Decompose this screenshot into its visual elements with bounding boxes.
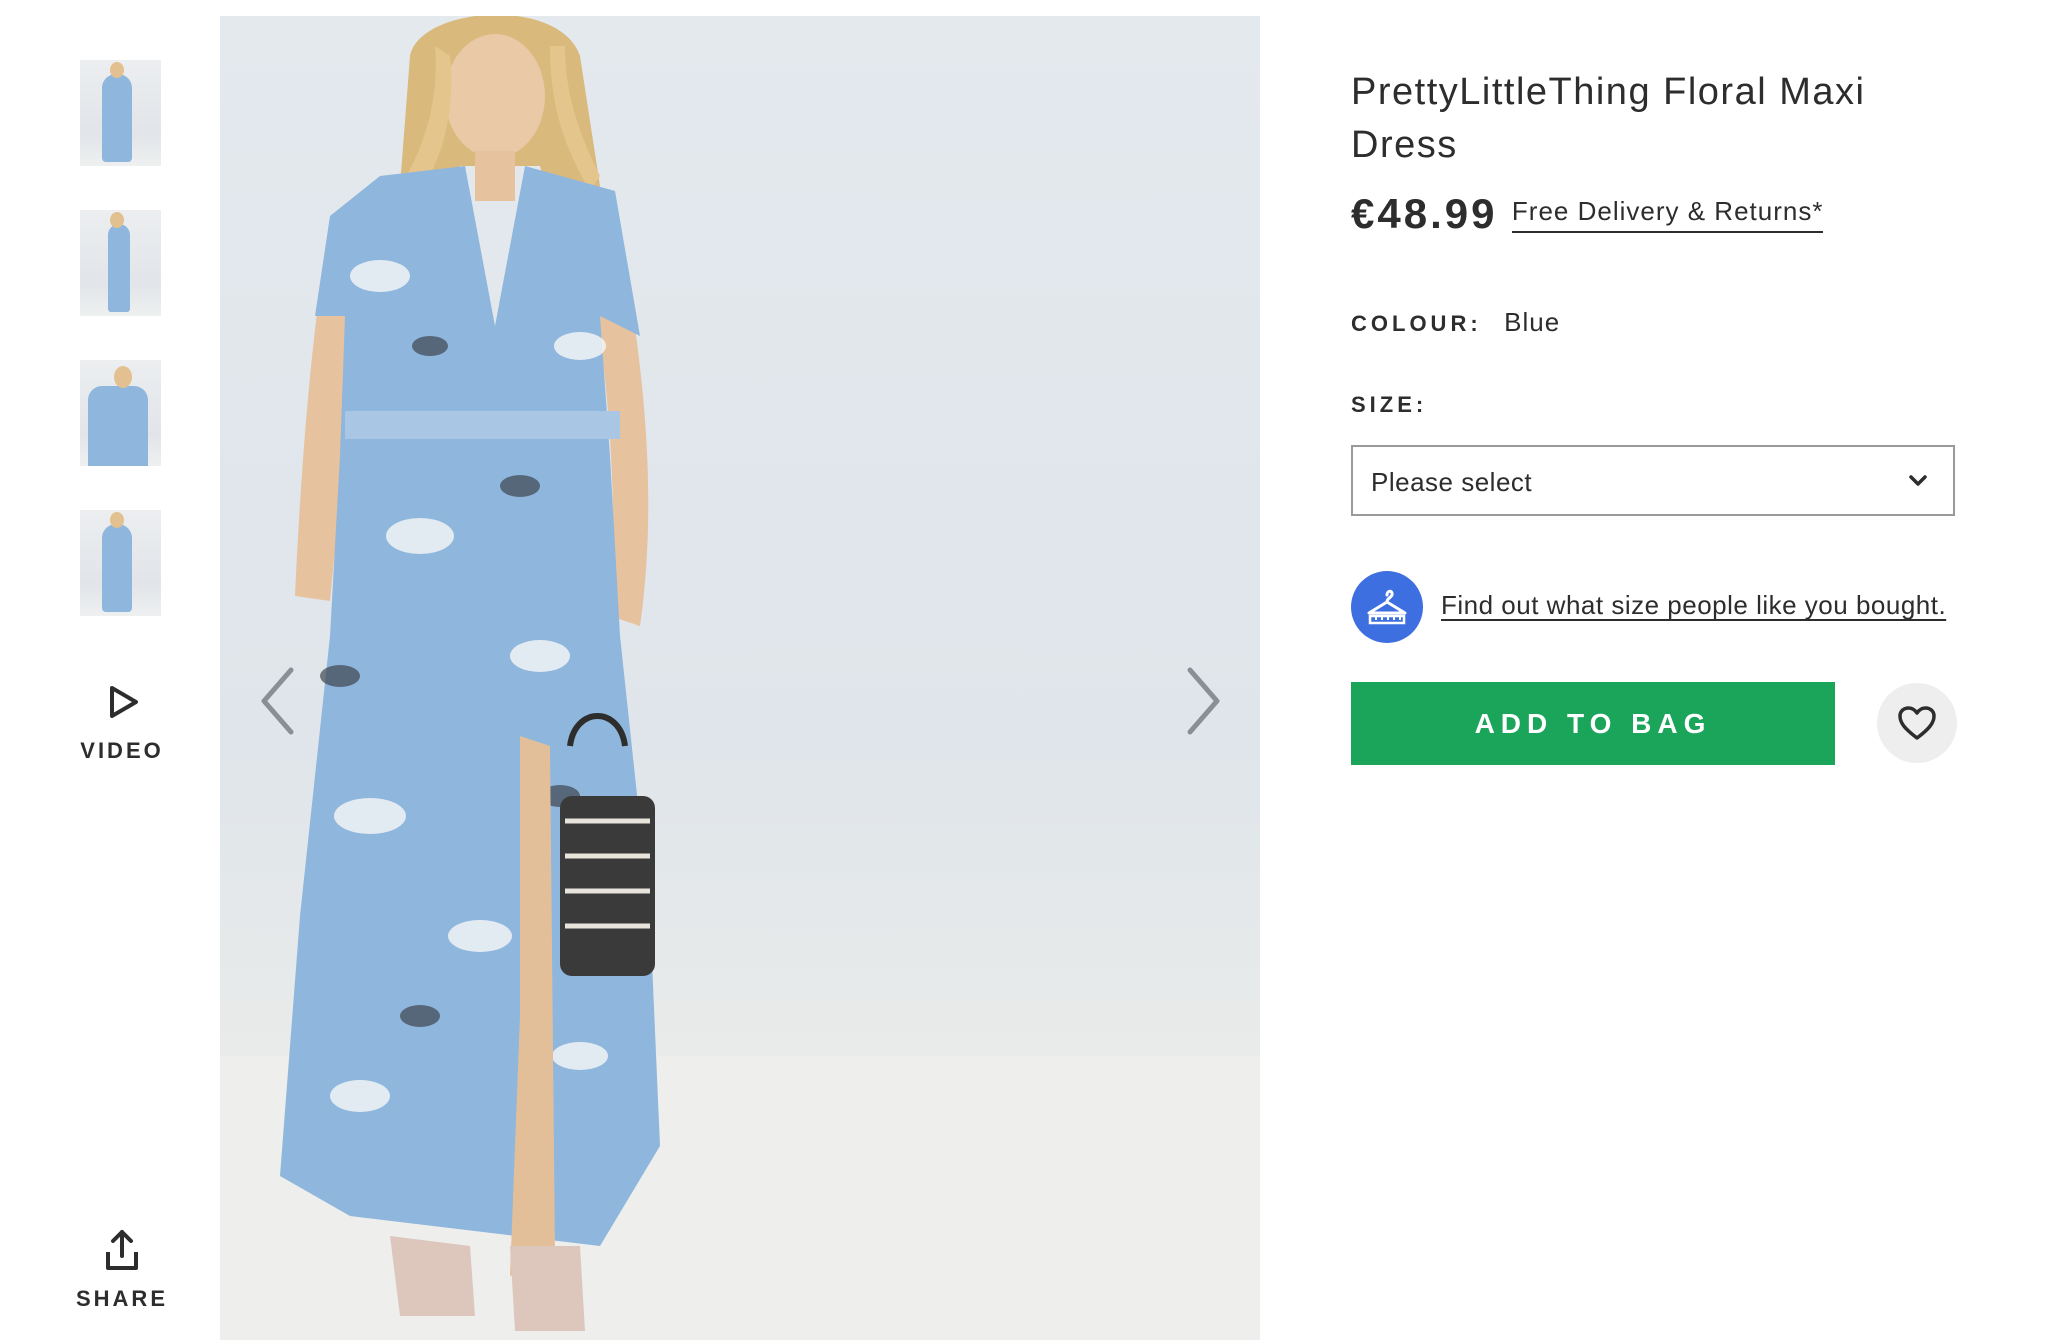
save-for-later-button[interactable] bbox=[1877, 683, 1957, 763]
thumbnail-dress-shape bbox=[108, 224, 130, 312]
product-title: PrettyLittleThing Floral Maxi Dress bbox=[1351, 71, 1866, 166]
gallery-rail: VIDEO SHARE bbox=[0, 0, 220, 1338]
share-icon bbox=[106, 1230, 138, 1270]
gallery-thumbnail[interactable] bbox=[80, 360, 161, 466]
video-button[interactable]: VIDEO bbox=[70, 672, 174, 782]
thumbnail-head-shape bbox=[110, 212, 124, 228]
add-to-bag-button[interactable]: ADD TO BAG bbox=[1351, 682, 1835, 765]
thumbnail-dress-shape bbox=[102, 74, 132, 162]
fit-assistant-row: Find out what size people like you bough… bbox=[1351, 571, 1971, 643]
gallery-thumbnail[interactable] bbox=[80, 60, 161, 166]
main-product-image bbox=[220, 16, 1260, 1340]
size-label: SIZE: bbox=[1351, 392, 1428, 417]
thumbnail-dress-shape bbox=[102, 524, 132, 612]
play-icon bbox=[110, 686, 138, 718]
fit-assistant-link[interactable]: Find out what size people like you bough… bbox=[1441, 590, 1946, 621]
share-label: SHARE bbox=[75, 1286, 168, 1311]
thumbnail-head-shape bbox=[110, 512, 124, 528]
colour-value: Blue bbox=[1504, 307, 1561, 337]
thumbnail-dress-shape bbox=[88, 386, 148, 466]
chevron-right-icon[interactable] bbox=[1175, 656, 1235, 746]
size-select[interactable]: Please select bbox=[1351, 445, 1955, 516]
colour-row: COLOUR: Blue bbox=[1351, 307, 1560, 338]
size-select-value: Please select bbox=[1371, 467, 1533, 497]
chevron-left-icon[interactable] bbox=[246, 656, 306, 746]
thumbnail-head-shape bbox=[110, 62, 124, 78]
free-delivery-link[interactable]: Free Delivery & Returns* bbox=[1511, 196, 1824, 233]
product-price: €48.99 bbox=[1351, 190, 1498, 237]
product-info-panel: PrettyLittleThing Floral Maxi Dress €48.… bbox=[1351, 0, 1971, 800]
video-label: VIDEO bbox=[80, 738, 164, 763]
model-illustration bbox=[220, 16, 1260, 1340]
chevron-down-icon bbox=[1909, 475, 1927, 486]
price-row: €48.99 Free Delivery & Returns* bbox=[1351, 190, 1824, 238]
gallery-thumbnail[interactable] bbox=[80, 510, 161, 616]
heart-icon bbox=[1898, 706, 1936, 740]
gallery-thumbnail[interactable] bbox=[80, 210, 161, 316]
share-button[interactable]: SHARE bbox=[70, 1228, 174, 1318]
thumbnail-head-shape bbox=[114, 366, 132, 388]
colour-label: COLOUR: bbox=[1351, 311, 1482, 336]
hanger-icon[interactable] bbox=[1351, 571, 1423, 643]
